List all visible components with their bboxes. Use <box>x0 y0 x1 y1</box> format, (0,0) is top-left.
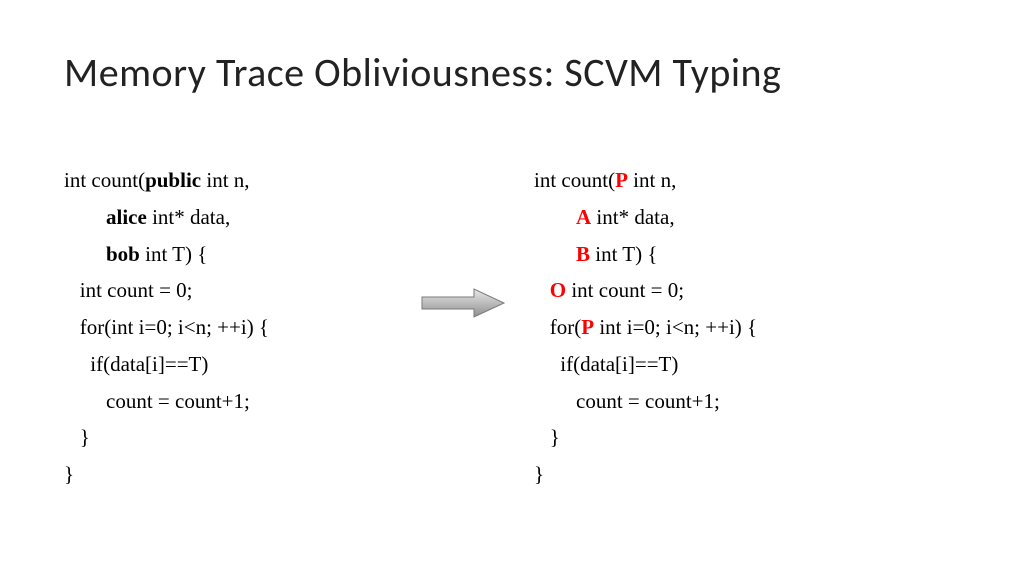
code-line: int count = 0; <box>64 272 404 309</box>
code-line: int count(public int n, <box>64 162 404 199</box>
code-text: int i=0; i<n; ++i) { <box>594 315 757 339</box>
code-line: count = count+1; <box>64 383 404 420</box>
tag-p: P <box>615 168 628 192</box>
keyword-alice: alice <box>106 205 147 229</box>
code-line: count = count+1; <box>534 383 934 420</box>
arrow-icon <box>418 285 508 321</box>
code-line: } <box>64 456 404 493</box>
code-text: int count( <box>534 168 615 192</box>
code-text <box>534 205 576 229</box>
code-block-left: int count(public int n, alice int* data,… <box>64 162 404 493</box>
tag-p: P <box>581 315 594 339</box>
keyword-bob: bob <box>106 242 140 266</box>
code-line: if(data[i]==T) <box>534 346 934 383</box>
code-text: int n, <box>628 168 676 192</box>
code-text: int* data, <box>591 205 674 229</box>
tag-o: O <box>550 278 566 302</box>
code-line: A int* data, <box>534 199 934 236</box>
code-text: for( <box>534 315 581 339</box>
code-text <box>64 242 106 266</box>
code-text <box>534 278 550 302</box>
tag-b: B <box>576 242 590 266</box>
code-text: int* data, <box>147 205 230 229</box>
keyword-public: public <box>145 168 201 192</box>
code-text <box>534 242 576 266</box>
code-text: int count = 0; <box>566 278 684 302</box>
code-text <box>64 205 106 229</box>
code-text: int T) { <box>140 242 207 266</box>
code-line: alice int* data, <box>64 199 404 236</box>
code-line: bob int T) { <box>64 236 404 273</box>
code-line: O int count = 0; <box>534 272 934 309</box>
code-line: int count(P int n, <box>534 162 934 199</box>
code-line: for(P int i=0; i<n; ++i) { <box>534 309 934 346</box>
code-line: } <box>534 419 934 456</box>
tag-a: A <box>576 205 591 229</box>
code-text: int T) { <box>590 242 657 266</box>
code-text: int n, <box>201 168 249 192</box>
code-line: if(data[i]==T) <box>64 346 404 383</box>
code-line: } <box>64 419 404 456</box>
code-line: } <box>534 456 934 493</box>
code-line: B int T) { <box>534 236 934 273</box>
code-text: int count( <box>64 168 145 192</box>
code-block-right: int count(P int n, A int* data, B int T)… <box>534 162 934 493</box>
code-line: for(int i=0; i<n; ++i) { <box>64 309 404 346</box>
slide-title: Memory Trace Obliviousness: SCVM Typing <box>64 48 781 97</box>
